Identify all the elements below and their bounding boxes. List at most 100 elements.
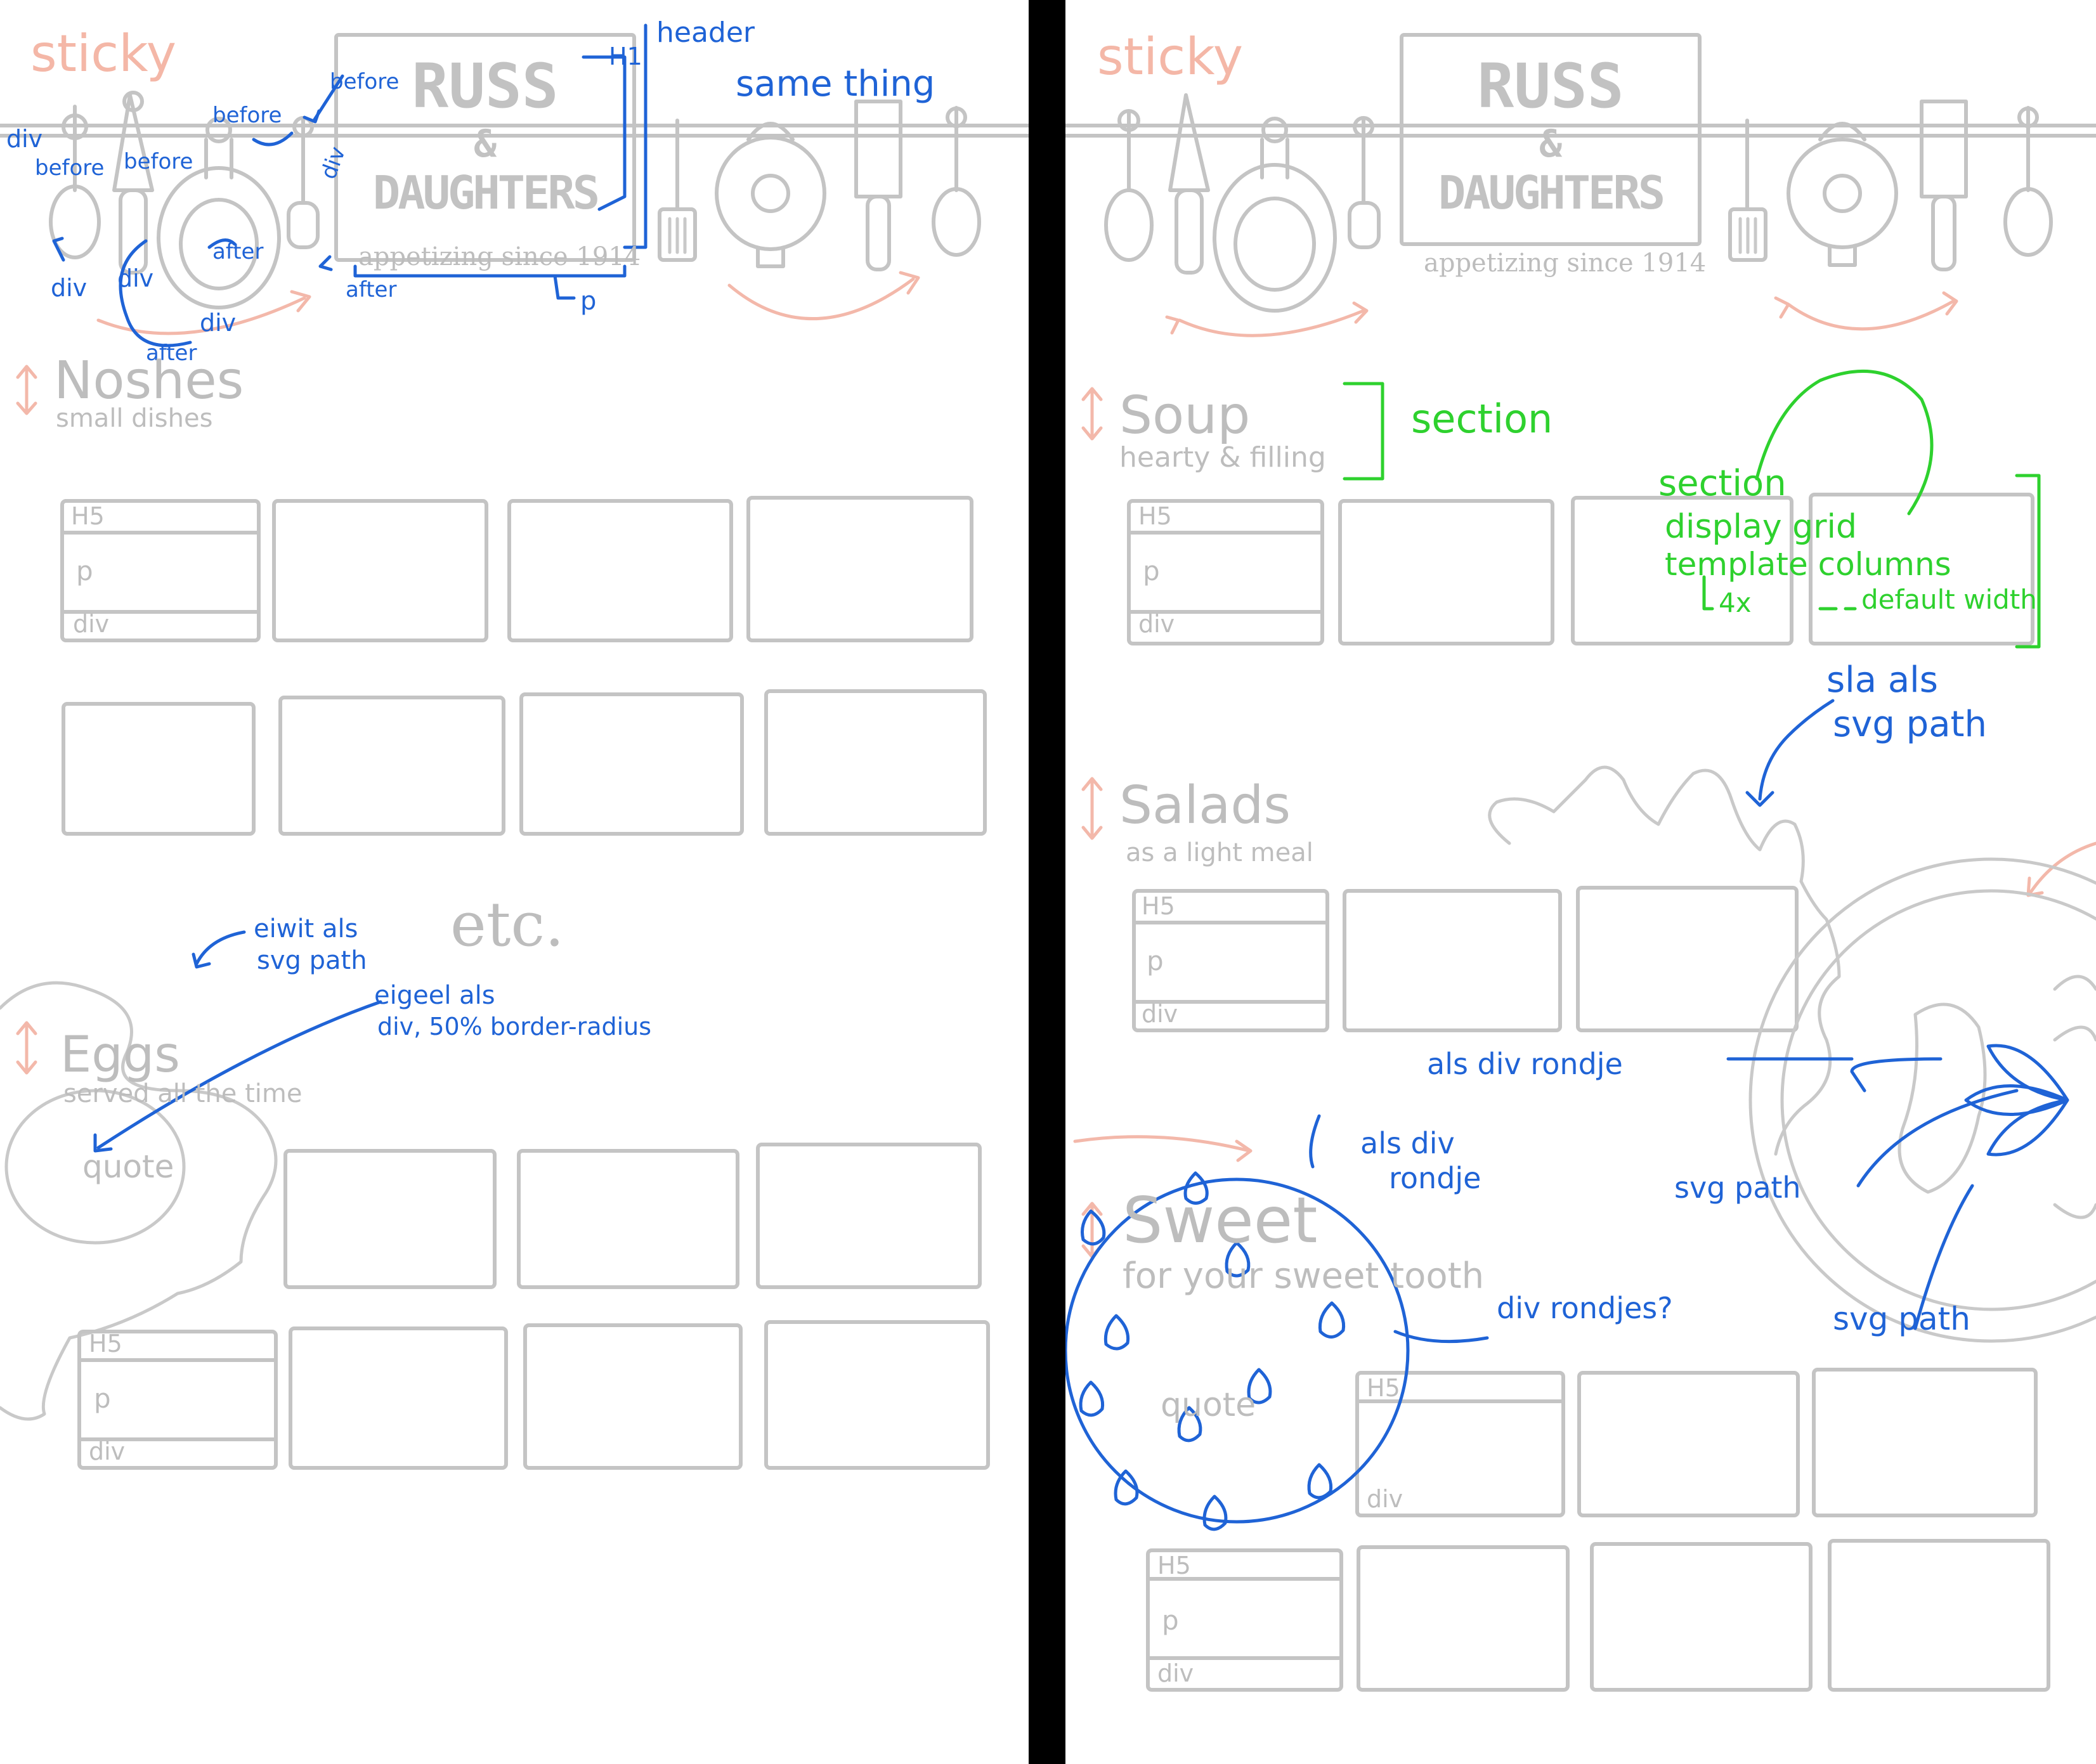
section-bracket [2015, 474, 2041, 649]
card-grid-noshes-row1 [60, 496, 973, 642]
card-grid-salads [1132, 886, 1799, 1032]
annotation-section: section [1411, 396, 1553, 442]
logo-tagline: appetizing since 1914 [1424, 249, 1707, 278]
card-h5: H5 [71, 502, 105, 530]
annotation-rondje: rondje [1389, 1161, 1481, 1195]
swing-arrow [1073, 1135, 1253, 1162]
spoon-right-icon [2003, 106, 2053, 257]
salad-leaf-shape [1488, 765, 1841, 1156]
card-grid-sweet-row1 [1355, 1368, 2038, 1517]
spoon-icon [49, 105, 101, 259]
annotation-h1: H1 [609, 42, 642, 70]
egg-quote: quote [82, 1148, 174, 1185]
annotation-svg-path: svg path [1674, 1171, 1801, 1205]
updown-arrow-icon [16, 1021, 37, 1075]
panel-divider [1029, 0, 1065, 1764]
card-h5: H5 [1367, 1374, 1400, 1402]
annotation-div: div [6, 125, 43, 153]
section-subtitle-salads: as a light meal [1126, 838, 1313, 867]
card-grid-sweet-row2 [1146, 1539, 2050, 1692]
annotation-after: after [212, 239, 264, 264]
card-h5: H5 [1157, 1552, 1191, 1579]
pointer-line [1726, 1057, 1943, 1093]
card-p: p [1143, 555, 1160, 587]
spatula-icon [658, 119, 697, 262]
card-p: p [1162, 1605, 1179, 1636]
salad-plate [1748, 857, 2096, 1343]
card-grid-noshes-row2 [62, 689, 987, 836]
annotation-eiwit: eiwit als [254, 914, 358, 944]
logo-tagline: appetizing since 1914 [358, 242, 641, 271]
annotation-4x: 4x [1719, 587, 1752, 618]
annotation-div: div [117, 264, 154, 292]
annotation-als-div-rondje: als div rondje [1427, 1047, 1623, 1081]
card-p: p [76, 555, 93, 587]
sticky-label: sticky [30, 24, 177, 83]
annotation-eigeel-div: div, 50% border-radius [377, 1013, 652, 1041]
right-sketch-panel: sticky RUSS & DAUGHTERS appetizing since… [1065, 0, 2096, 1764]
card-p: p [1147, 945, 1164, 976]
annotation-div-rondjes: div rondjes? [1497, 1291, 1673, 1325]
card-grid-eggs-row1 [283, 1143, 982, 1289]
annotation-svg-path-2: svg path [1833, 1300, 1970, 1337]
knife-icon [112, 91, 154, 275]
pointer-line [192, 930, 246, 969]
spoon-icon [1104, 109, 1154, 262]
sweet-quote: quote [1161, 1386, 1256, 1424]
card-div: div [1157, 1659, 1194, 1687]
knife-icon [1168, 93, 1210, 275]
frying-pan-icon [157, 117, 281, 309]
annotation-section-2: section [1658, 463, 1787, 504]
left-sketch-panel: sticky RUSS & DAUGHTERS appetizing since… [0, 0, 1029, 1764]
logo-ampersand: & [1539, 122, 1563, 166]
card-div: div [73, 610, 110, 638]
annotation-sla-svg: svg path [1833, 704, 1987, 745]
card-div: div [1142, 1000, 1178, 1028]
pointer-line [318, 255, 333, 271]
card-div: div [1367, 1485, 1403, 1513]
section-title-salads: Salads [1119, 775, 1291, 836]
pot-icon [1787, 122, 1898, 267]
annotation-eiwit-svg: svg path [257, 946, 367, 975]
section-title-noshes: Noshes [54, 351, 244, 411]
frying-pan-icon [1213, 117, 1337, 313]
spoon-right-icon [932, 106, 981, 257]
annotation-before: before [124, 149, 193, 174]
updown-arrow-icon [16, 365, 37, 415]
spatula-icon [1728, 119, 1767, 262]
logo-line3: DAUGHTERS [1438, 166, 1665, 219]
pointer-line [1856, 1089, 2019, 1188]
section-bracket [1343, 382, 1384, 481]
annotation-before: before [35, 155, 105, 181]
sticky-label: sticky [1097, 27, 1244, 86]
annotation-display-grid: display grid [1665, 508, 1858, 546]
card-div: div [1138, 610, 1175, 638]
annotation-div: div [51, 274, 88, 302]
annotation-eigeel: eigeel als [374, 981, 495, 1010]
annotation-after: after [346, 277, 397, 302]
logo-line1: RUSS [1477, 51, 1624, 122]
swing-arrow [727, 271, 920, 321]
section-subtitle-noshes: small dishes [56, 404, 213, 433]
swing-arrow [1165, 301, 1369, 337]
updown-arrow-icon [1081, 777, 1103, 840]
section-subtitle-sweet: for your sweet tooth [1123, 1255, 1485, 1297]
annotation-same-thing: same thing [736, 63, 935, 105]
annotation-default-width: default width [1861, 584, 2037, 615]
section-title-eggs: Eggs [60, 1027, 180, 1084]
section-title-sweet: Sweet [1123, 1183, 1318, 1257]
annotation-before: before [330, 69, 400, 94]
annotation-template-columns: template columns [1665, 546, 1951, 583]
card-h5: H5 [89, 1330, 122, 1358]
section-subtitle-soup: hearty & filling [1119, 441, 1326, 474]
section-title-soup: Soup [1119, 386, 1251, 446]
section-subtitle-eggs: served all the time [63, 1079, 303, 1108]
card-div: div [89, 1437, 126, 1465]
card-grid-eggs-row2 [77, 1320, 990, 1470]
card-h5: H5 [1138, 502, 1172, 530]
pot-icon [715, 122, 826, 268]
pointer-line [1309, 1114, 1321, 1169]
annotation-before: before [212, 103, 282, 128]
annotation-als-div: als div [1360, 1126, 1455, 1160]
pointer-line [1745, 699, 1835, 807]
